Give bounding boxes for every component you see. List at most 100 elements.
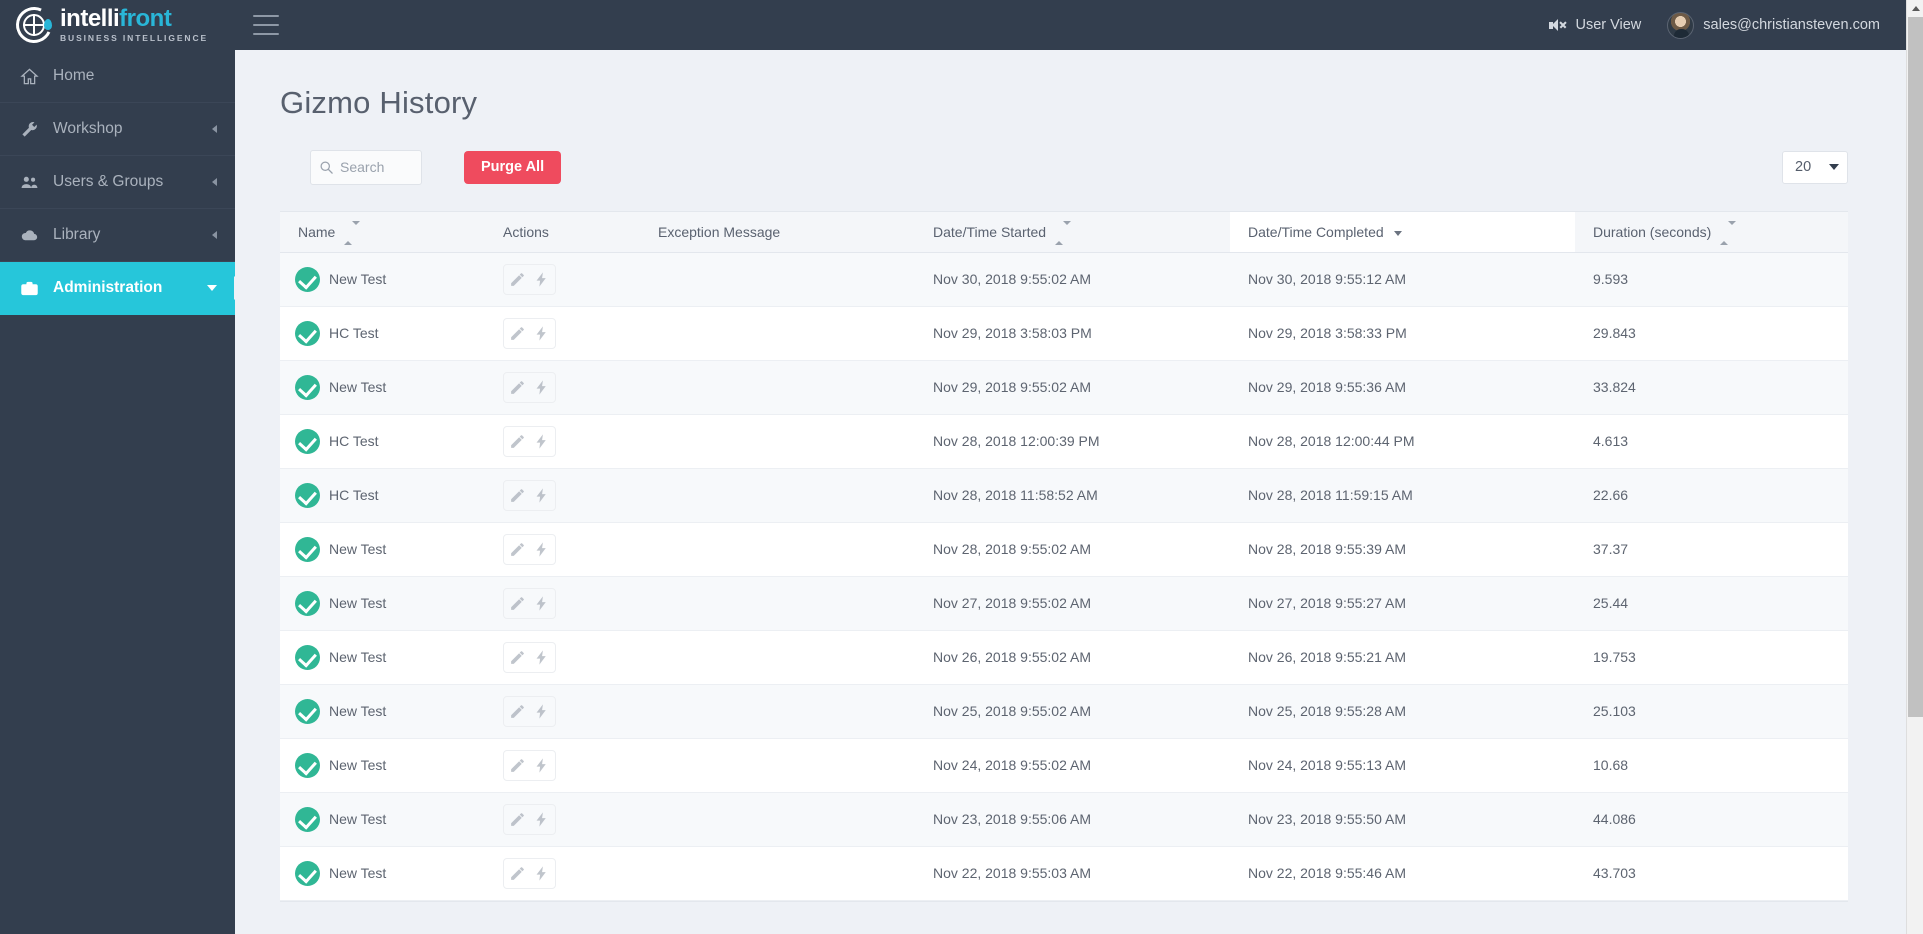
pencil-icon[interactable]	[509, 433, 526, 450]
lightning-bolt-icon[interactable]	[533, 271, 550, 288]
cell-actions	[485, 630, 640, 685]
column-header-name[interactable]: Name	[280, 212, 485, 253]
sidebar-item-library[interactable]: Library	[0, 209, 235, 262]
cell-duration: 4.613	[1575, 414, 1848, 469]
lightning-bolt-icon[interactable]	[533, 379, 550, 396]
table-row[interactable]: HC Test Nov 29, 2018 3:58:03 PM Nov 29, 20…	[280, 306, 1848, 361]
table-row[interactable]: New Test Nov 22, 2018 9:55:03 AM Nov 22, 2…	[280, 846, 1848, 901]
row-action-group[interactable]	[503, 263, 556, 295]
table-row[interactable]: New Test Nov 23, 2018 9:55:06 AM Nov 23, 2…	[280, 792, 1848, 847]
row-action-group[interactable]	[503, 371, 556, 403]
search-input[interactable]	[340, 159, 413, 175]
globe-logo-icon	[10, 1, 58, 49]
sidebar-item-administration[interactable]: Administration	[0, 262, 246, 315]
pencil-icon[interactable]	[509, 595, 526, 612]
row-action-group[interactable]	[503, 533, 556, 565]
column-header-exception-message[interactable]: Exception Message	[640, 212, 915, 253]
account-menu[interactable]: sales@christiansteven.com	[1667, 11, 1880, 39]
row-action-group[interactable]	[503, 749, 556, 781]
cell-duration: 29.843	[1575, 306, 1848, 361]
row-action-group[interactable]	[503, 803, 556, 835]
pencil-icon[interactable]	[509, 811, 526, 828]
cell-name: New Test	[280, 576, 485, 631]
cell-date-time-completed: Nov 30, 2018 9:55:12 AM	[1230, 252, 1575, 307]
row-name-label: New Test	[329, 541, 387, 557]
pencil-icon[interactable]	[509, 757, 526, 774]
scroll-up-arrow-icon[interactable]	[1907, 0, 1923, 17]
table-row[interactable]: New Test Nov 30, 2018 9:55:02 AM Nov 30, 2…	[280, 252, 1848, 307]
pencil-icon[interactable]	[509, 379, 526, 396]
pencil-icon[interactable]	[509, 487, 526, 504]
row-name-label: HC Test	[329, 433, 379, 449]
row-action-group[interactable]	[503, 587, 556, 619]
cell-date-time-started: Nov 29, 2018 9:55:02 AM	[915, 360, 1230, 415]
avatar	[1667, 11, 1695, 39]
lightning-bolt-icon[interactable]	[533, 757, 550, 774]
sidebar-item-workshop[interactable]: Workshop	[0, 103, 235, 156]
lightning-bolt-icon[interactable]	[533, 595, 550, 612]
column-header-date-time-started[interactable]: Date/Time Started	[915, 212, 1230, 253]
table-row[interactable]: HC Test Nov 28, 2018 11:58:52 AM Nov 28, 2…	[280, 468, 1848, 523]
cell-actions	[485, 738, 640, 793]
table-row[interactable]: New Test Nov 27, 2018 9:55:02 AM Nov 27, 2…	[280, 576, 1848, 631]
status-success-icon	[295, 536, 320, 562]
row-action-group[interactable]	[503, 317, 556, 349]
column-label: Date/Time Completed	[1248, 223, 1384, 240]
row-action-group[interactable]	[503, 425, 556, 457]
cell-duration: 33.824	[1575, 360, 1848, 415]
table-row[interactable]: New Test Nov 25, 2018 9:55:02 AM Nov 25, 2…	[280, 684, 1848, 739]
table-row[interactable]: New Test Nov 28, 2018 9:55:02 AM Nov 28, 2…	[280, 522, 1848, 577]
home-icon	[20, 68, 39, 84]
purge-all-button[interactable]: Purge All	[464, 150, 562, 184]
cell-actions	[485, 684, 640, 739]
page-size-value: 20	[1795, 159, 1812, 175]
row-action-group[interactable]	[503, 695, 556, 727]
column-header-actions[interactable]: Actions	[485, 212, 640, 253]
cell-actions	[485, 306, 640, 361]
user-view-button[interactable]: User View	[1549, 17, 1641, 33]
cell-name: New Test	[280, 792, 485, 847]
cell-date-time-completed: Nov 28, 2018 9:55:39 AM	[1230, 522, 1575, 577]
lightning-bolt-icon[interactable]	[533, 865, 550, 882]
table-row[interactable]: New Test Nov 29, 2018 9:55:02 AM Nov 29, 2…	[280, 360, 1848, 415]
cell-exception-message	[640, 468, 915, 523]
pencil-icon[interactable]	[509, 703, 526, 720]
scrollbar-thumb[interactable]	[1908, 17, 1923, 717]
pencil-icon[interactable]	[509, 541, 526, 558]
row-name-label: New Test	[329, 757, 387, 773]
page-size-select[interactable]: 20	[1782, 150, 1848, 184]
column-header-duration-seconds[interactable]: Duration (seconds)	[1575, 212, 1848, 253]
lightning-bolt-icon[interactable]	[533, 487, 550, 504]
status-success-icon	[295, 266, 320, 292]
lightning-bolt-icon[interactable]	[533, 703, 550, 720]
pencil-icon[interactable]	[509, 649, 526, 666]
lightning-bolt-icon[interactable]	[533, 811, 550, 828]
hamburger-menu-icon[interactable]	[253, 15, 279, 35]
page-title: Gizmo History	[280, 85, 478, 120]
row-name-label: HC Test	[329, 325, 379, 341]
cell-date-time-completed: Nov 22, 2018 9:55:46 AM	[1230, 846, 1575, 901]
pencil-icon[interactable]	[509, 325, 526, 342]
cell-date-time-completed: Nov 24, 2018 9:55:13 AM	[1230, 738, 1575, 793]
lightning-bolt-icon[interactable]	[533, 433, 550, 450]
page-scrollbar[interactable]	[1906, 0, 1923, 934]
lightning-bolt-icon[interactable]	[533, 541, 550, 558]
pencil-icon[interactable]	[509, 865, 526, 882]
row-action-group[interactable]	[503, 857, 556, 889]
sidebar-item-users-and-groups[interactable]: Users & Groups	[0, 156, 235, 209]
table-row[interactable]: New Test Nov 24, 2018 9:55:02 AM Nov 24, 2…	[280, 738, 1848, 793]
table-row[interactable]: HC Test Nov 28, 2018 12:00:39 PM Nov 28, 2…	[280, 414, 1848, 469]
app-logo[interactable]: intellifront BUSINESS INTELLIGENCE	[0, 0, 235, 50]
row-action-group[interactable]	[503, 479, 556, 511]
row-action-group[interactable]	[503, 641, 556, 673]
logo-tagline: BUSINESS INTELLIGENCE	[60, 33, 209, 44]
table-row[interactable]: New Test Nov 26, 2018 9:55:02 AM Nov 26, 2…	[280, 630, 1848, 685]
lightning-bolt-icon[interactable]	[533, 649, 550, 666]
lightning-bolt-icon[interactable]	[533, 325, 550, 342]
column-header-date-time-completed[interactable]: Date/Time Completed	[1230, 212, 1575, 253]
sort-toggle-icon	[1054, 220, 1071, 245]
search-box[interactable]	[310, 149, 422, 185]
pencil-icon[interactable]	[509, 271, 526, 288]
search-icon	[320, 161, 333, 174]
sidebar-item-home[interactable]: Home	[0, 50, 235, 103]
